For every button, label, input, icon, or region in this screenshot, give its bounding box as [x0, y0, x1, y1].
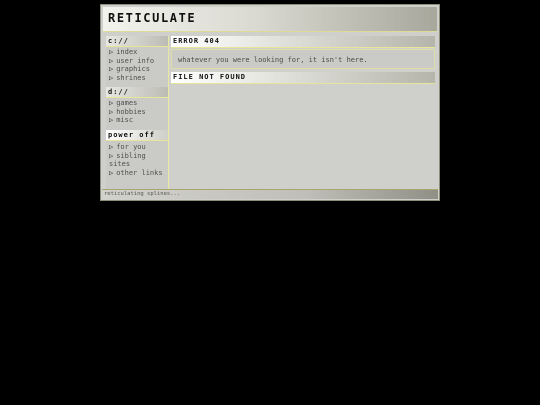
- triangle-right-outline-icon: ▷: [109, 151, 114, 160]
- triangle-right-outline-icon: ▷: [109, 107, 114, 116]
- sidebar-heading-power-off: power off: [106, 130, 168, 141]
- sidebar-list-c-drive: ▷ index ▷ user info ▷ graphics ▷ shrines: [106, 48, 166, 82]
- sidebar-item-misc[interactable]: ▷ misc: [106, 116, 166, 125]
- error-message: whatever you were looking for, it isn't …: [178, 56, 368, 64]
- triangle-right-outline-icon: ▷: [109, 65, 114, 73]
- status-bar: reticulating splines...: [102, 189, 438, 199]
- sidebar-list-d-drive: ▷ games ▷ hobbies ▷ misc: [106, 99, 166, 125]
- sidebar-item-index[interactable]: ▷ index: [106, 48, 166, 57]
- sidebar-item-hobbies[interactable]: ▷ hobbies: [106, 108, 166, 117]
- sidebar-item-games[interactable]: ▷ games: [106, 99, 166, 108]
- triangle-right-outline-icon: ▷: [109, 73, 114, 82]
- file-not-found-heading: FILE NOT FOUND: [171, 72, 435, 84]
- sidebar-item-sibling-sites[interactable]: ▷ sibling sites: [106, 152, 166, 169]
- triangle-right-outline-icon: ▷: [109, 48, 114, 56]
- site-title: RETICULATE: [108, 11, 197, 25]
- error-message-box: whatever you were looking for, it isn't …: [171, 49, 435, 69]
- sidebar-item-for-you[interactable]: ▷ for you: [106, 143, 166, 152]
- triangle-right-outline-icon: ▷: [109, 143, 114, 151]
- triangle-right-outline-icon: ▷: [109, 56, 114, 65]
- status-text: reticulating splines...: [104, 191, 181, 197]
- error-heading: ERROR 404: [171, 36, 435, 48]
- triangle-right-outline-icon: ▷: [109, 116, 114, 124]
- sidebar: c:// ▷ index ▷ user info ▷ graphics ▷ shrine…: [106, 36, 169, 190]
- sidebar-item-shrines[interactable]: ▷ shrines: [106, 74, 166, 83]
- sidebar-item-other-links[interactable]: ▷ other links: [106, 169, 166, 178]
- triangle-right-outline-icon: ▷: [109, 168, 114, 177]
- triangle-right-outline-icon: ▷: [109, 99, 114, 107]
- sidebar-heading-d-drive: d://: [106, 87, 168, 98]
- main-window: RETICULATE c:// ▷ index ▷ user info ▷ graph…: [100, 4, 440, 201]
- sidebar-item-graphics[interactable]: ▷ graphics: [106, 65, 166, 74]
- sidebar-item-user-info[interactable]: ▷ user info: [106, 57, 166, 66]
- sidebar-list-power-off: ▷ for you ▷ sibling sites ▷ other links: [106, 143, 166, 177]
- sidebar-heading-c-drive: c://: [106, 36, 168, 47]
- site-header: RETICULATE: [103, 7, 437, 32]
